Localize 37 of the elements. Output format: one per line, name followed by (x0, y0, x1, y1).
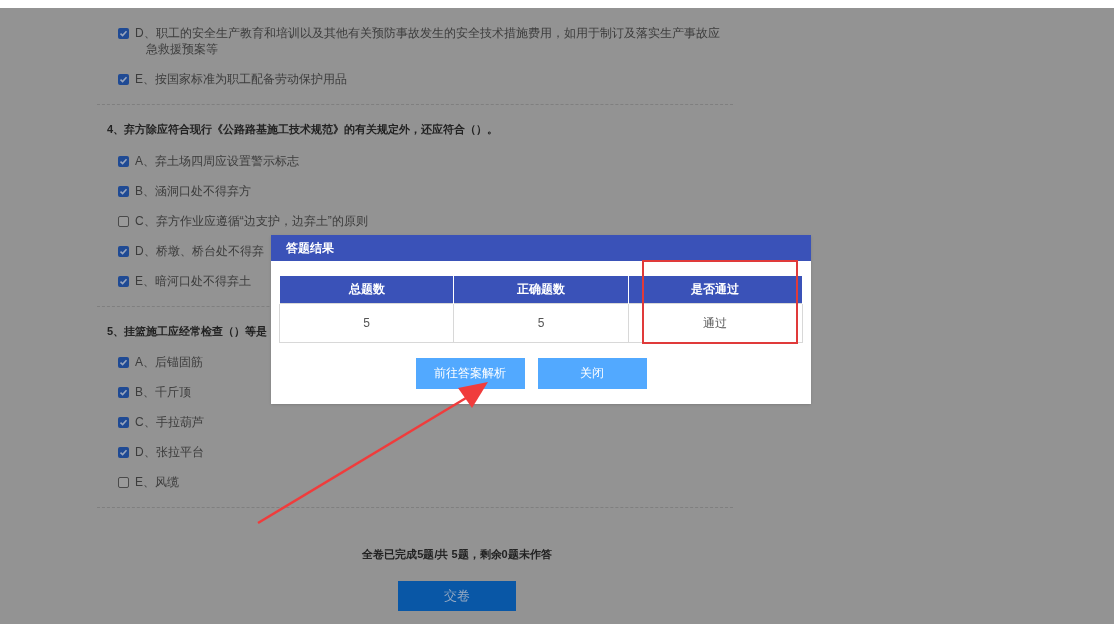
checkbox[interactable] (118, 447, 129, 458)
checkbox[interactable] (118, 215, 129, 227)
checkbox[interactable] (118, 275, 129, 287)
option-label: B、涵洞口处不得弃方 (135, 182, 251, 199)
checkbox[interactable] (118, 417, 129, 428)
option-label: A、弃土场四周应设置警示标志 (135, 152, 299, 169)
column-header: 正确题数 (453, 276, 629, 303)
option-label: C、手拉葫芦 (135, 414, 204, 430)
option-label: E、按国家标准为职工配备劳动保护用品 (135, 71, 347, 87)
checkbox[interactable] (118, 357, 129, 368)
checkbox[interactable] (118, 477, 129, 488)
column-header: 总题数 (279, 276, 454, 303)
question-title: 5、挂篮施工应经常检查（）等是 (107, 323, 268, 339)
submit-button[interactable]: 交卷 (398, 580, 516, 611)
checkbox[interactable] (118, 155, 129, 167)
option-label: E、风缆 (135, 474, 179, 490)
completion-summary: 全卷已完成5题/共 5题，剩余0题未作答 (362, 547, 552, 562)
checkbox[interactable] (118, 387, 129, 398)
option-label: A、后锚固筋 (135, 354, 203, 370)
option-label: B、千斤顶 (135, 384, 191, 400)
checkbox[interactable] (118, 245, 129, 257)
checkbox[interactable] (118, 28, 129, 39)
option-label: D、桥墩、桥台处不得弃 (135, 242, 264, 259)
dialog-button[interactable]: 关闭 (537, 357, 647, 389)
option-label: D、张拉平台 (135, 444, 204, 460)
checkbox[interactable] (118, 74, 129, 85)
checkbox[interactable] (118, 185, 129, 197)
option-label: E、暗河口处不得弃土 (135, 272, 251, 289)
dialog-button[interactable]: 前往答案解析 (415, 357, 525, 389)
option-label: D、职工的安全生产教育和培训以及其他有关预防事故发生的安全技术措施费用，如用于制订及落实生产事故应急救援预案等 (135, 25, 721, 57)
table-cell: 5 (453, 303, 629, 342)
column-header: 是否通过 (628, 276, 803, 303)
dialog-title: 答题结果 (271, 235, 811, 261)
question-title: 4、弃方除应符合现行《公路路基施工技术规范》的有关规定外，还应符合（）。 (107, 122, 499, 137)
table-cell: 通过 (628, 303, 803, 342)
option-label: C、弃方作业应遵循“边支护，边弃土”的原则 (135, 212, 368, 229)
table-cell: 5 (279, 303, 454, 342)
